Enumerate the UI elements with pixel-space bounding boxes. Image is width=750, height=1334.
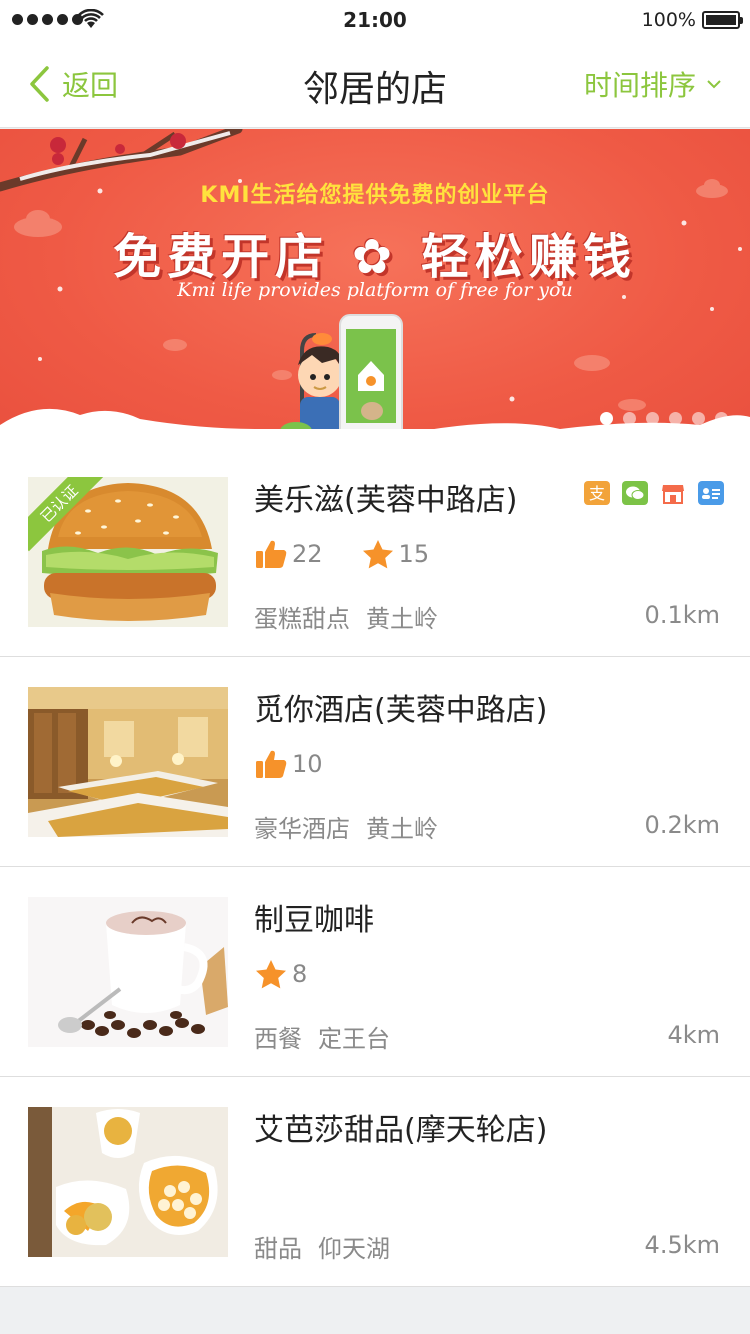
- shop-distance: 0.2km: [644, 811, 720, 839]
- back-button[interactable]: 返回: [28, 64, 118, 104]
- battery-icon: [702, 11, 743, 29]
- list-item[interactable]: 制豆咖啡 8 西餐 定王台 4km: [0, 867, 750, 1077]
- star-icon: [362, 540, 393, 569]
- banner-headline: 免费开店 ✿ 轻松赚钱: [113, 229, 637, 285]
- payment-icons: 支: [584, 481, 724, 505]
- shop-category: 甜品: [254, 1235, 302, 1263]
- shop-thumbnail: 已认证: [28, 477, 228, 627]
- thumbs-up-icon: [256, 540, 287, 568]
- hotel-room-image: [28, 687, 228, 837]
- list-item[interactable]: 已认证 美乐滋(芙蓉中路店) 支 22 15 蛋糕甜点 黄土岭 0.1km: [0, 447, 750, 657]
- chevron-left-icon: [30, 66, 49, 102]
- carousel-dot[interactable]: [669, 412, 682, 425]
- list-item[interactable]: 艾芭莎甜品(摩天轮店) 甜品 仰天湖 4.5km: [0, 1077, 750, 1287]
- shop-area: 仰天湖: [318, 1235, 390, 1263]
- shop-stats: 10: [254, 747, 361, 781]
- shop-thumbnail: [28, 897, 228, 1047]
- shop-distance: 4.5km: [644, 1231, 720, 1259]
- shop-thumbnail: [28, 687, 228, 837]
- shop-category: 蛋糕甜点: [254, 605, 350, 633]
- carousel-dot[interactable]: [623, 412, 636, 425]
- status-time: 21:00: [343, 8, 407, 32]
- coffee-cup-image: [28, 897, 228, 1047]
- like-value: 10: [292, 750, 323, 778]
- alipay-icon: 支: [584, 481, 610, 505]
- shop-distance: 0.1km: [644, 601, 720, 629]
- shop-area: 黄土岭: [366, 605, 438, 633]
- favorite-count[interactable]: 15: [361, 538, 430, 570]
- shop-stats: 8: [254, 957, 345, 991]
- shop-distance: 4km: [667, 1021, 720, 1049]
- wechat-pay-icon: [622, 481, 648, 505]
- list-item[interactable]: 觅你酒店(芙蓉中路店) 10 豪华酒店 黄土岭 0.2km: [0, 657, 750, 867]
- shop-category: 豪华酒店: [254, 815, 350, 843]
- banner-subtitle: KMI生活给您提供免费的创业平台: [200, 183, 550, 208]
- dessert-image: [28, 1107, 228, 1257]
- carousel-dot[interactable]: [692, 412, 705, 425]
- back-label: 返回: [62, 69, 119, 102]
- shop-thumbnail: [28, 1107, 228, 1257]
- thumbs-up-icon: [256, 750, 287, 778]
- star-value: 15: [398, 540, 430, 568]
- favorite-count[interactable]: 8: [254, 958, 307, 990]
- svg-text:支: 支: [589, 484, 605, 503]
- shop-meta: 西餐 定王台: [254, 1019, 390, 1054]
- shop-area: 黄土岭: [366, 815, 438, 843]
- shop-category: 西餐: [254, 1025, 302, 1053]
- shop-name: 美乐滋(芙蓉中路店): [254, 483, 518, 518]
- shop-stats: 22 15: [254, 537, 467, 571]
- carousel-dots[interactable]: [600, 412, 728, 425]
- shop-meta: 豪华酒店 黄土岭: [254, 809, 438, 844]
- like-count[interactable]: 10: [254, 748, 323, 780]
- shop-name: 觅你酒店(芙蓉中路店): [254, 693, 548, 728]
- sort-dropdown[interactable]: 时间排序: [584, 64, 722, 104]
- chevron-down-icon: [707, 80, 721, 89]
- sort-label: 时间排序: [583, 69, 696, 102]
- shop-area: 定王台: [318, 1025, 390, 1053]
- nav-bar: 返回 邻居的店 时间排序: [0, 40, 750, 128]
- member-card-icon: [698, 481, 724, 505]
- star-icon: [256, 960, 286, 989]
- shop-name: 艾芭莎甜品(摩天轮店): [254, 1113, 548, 1148]
- shop-meta: 蛋糕甜点 黄土岭: [254, 599, 438, 634]
- storefront-icon: [660, 481, 686, 505]
- shop-list: 已认证 美乐滋(芙蓉中路店) 支 22 15 蛋糕甜点 黄土岭 0.1km 觅你…: [0, 447, 750, 1287]
- battery-percent: 100%: [641, 9, 696, 31]
- promo-banner[interactable]: KMI生活给您提供免费的创业平台 免费开店 ✿ 轻松赚钱 Kmi life pr…: [0, 129, 750, 447]
- like-value: 22: [292, 540, 323, 568]
- star-value: 8: [292, 960, 308, 988]
- shop-name: 制豆咖啡: [254, 903, 374, 938]
- carousel-dot[interactable]: [600, 412, 613, 425]
- like-count[interactable]: 22: [254, 538, 323, 570]
- shop-meta: 甜品 仰天湖: [254, 1229, 390, 1264]
- status-bar: 21:00 100%: [0, 0, 750, 40]
- carousel-dot[interactable]: [715, 412, 728, 425]
- banner-tagline: Kmi life provides platform of free for y…: [177, 279, 573, 301]
- carousel-dot[interactable]: [646, 412, 659, 425]
